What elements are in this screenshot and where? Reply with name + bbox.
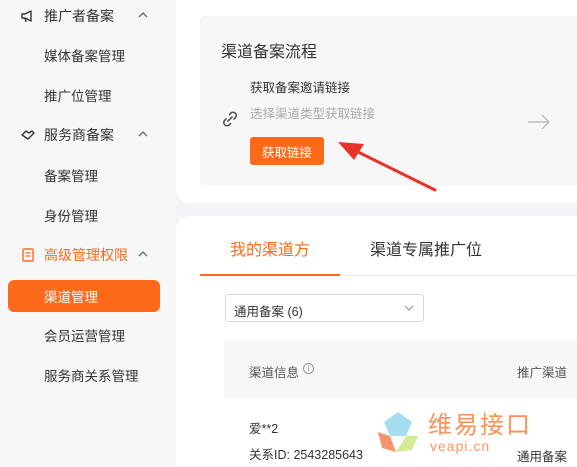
chevron-up-icon (138, 12, 148, 18)
watermark-url: veapi.cn (430, 438, 491, 454)
sidebar-item-label: 媒体备案管理 (44, 49, 125, 64)
get-link-button[interactable]: 获取链接 (250, 137, 324, 165)
chevron-up-icon (138, 251, 148, 257)
select-value: 通用备案 (6) (234, 305, 303, 319)
row-promo-channel: 通用备案 (517, 450, 568, 464)
document-icon (20, 247, 36, 263)
column-header-channel-info: 渠道信息 (249, 366, 300, 380)
sidebar-item-channel[interactable]: 渠道管理 (8, 280, 160, 312)
sidebar-item-adzone[interactable]: 推广位管理 (0, 75, 176, 115)
megaphone-icon (20, 8, 36, 24)
sidebar-item-label: 备案管理 (44, 169, 98, 184)
tab-my-channels[interactable]: 我的渠道方 (230, 236, 310, 259)
watermark-text: 维易接口 (428, 412, 532, 439)
step-description: 选择渠道类型获取链接 (250, 107, 376, 121)
sidebar-item-filing[interactable]: 备案管理 (0, 155, 176, 195)
sidebar: 推广者备案 媒体备案管理 推广位管理 服务商备案 备案管理 身份管理 高级管理权… (0, 0, 176, 467)
sidebar-group-provider[interactable]: 服务商备案 (0, 115, 176, 155)
sidebar-group-promoter[interactable]: 推广者备案 (0, 0, 176, 36)
watermark-logo (378, 412, 418, 452)
sidebar-item-label: 会员运营管理 (44, 329, 125, 344)
sidebar-item-label: 推广位管理 (44, 89, 112, 104)
filing-type-select[interactable]: 通用备案 (6) (225, 294, 424, 322)
row-relation-id: 关系ID: 2543285643 (249, 448, 363, 462)
sidebar-item-media[interactable]: 媒体备案管理 (0, 35, 176, 75)
annotation-arrow (338, 142, 437, 192)
sidebar-item-label: 身份管理 (44, 209, 98, 224)
tab-channel-adzones[interactable]: 渠道专属推广位 (370, 236, 482, 259)
sidebar-item-provider-relations[interactable]: 服务商关系管理 (0, 355, 176, 395)
info-icon[interactable]: i (303, 363, 314, 374)
sidebar-item-identity[interactable]: 身份管理 (0, 195, 176, 235)
row-channel-name: 爱**2 (249, 422, 279, 436)
arrow-right-icon (528, 114, 550, 130)
sidebar-item-label: 服务商关系管理 (44, 369, 139, 384)
flow-title: 渠道备案流程 (221, 44, 318, 61)
sidebar-group-label: 服务商备案 (44, 127, 114, 143)
active-tab-indicator (200, 274, 340, 276)
sidebar-item-label: 渠道管理 (44, 290, 98, 305)
handshake-icon (20, 127, 36, 143)
chevron-down-icon (404, 305, 414, 311)
chevron-up-icon (138, 131, 148, 137)
sidebar-group-advanced[interactable]: 高级管理权限 (0, 235, 176, 275)
column-header-promo-channel: 推广渠道 (517, 366, 568, 380)
sidebar-group-label: 推广者备案 (44, 8, 114, 24)
sidebar-item-member-ops[interactable]: 会员运营管理 (0, 315, 176, 355)
sidebar-group-label: 高级管理权限 (44, 247, 128, 263)
link-icon (223, 111, 237, 127)
step-title: 获取备案邀请链接 (250, 81, 351, 95)
